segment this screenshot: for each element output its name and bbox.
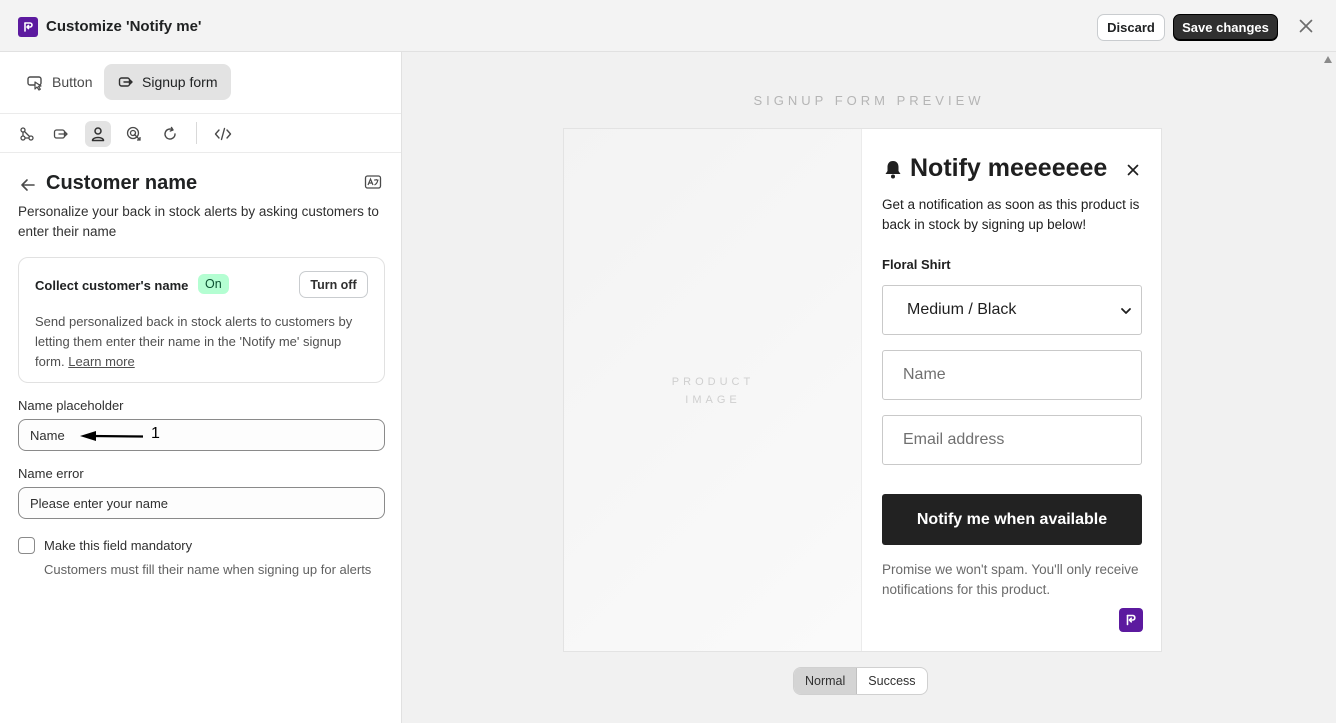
translate-icon[interactable] [364,174,384,194]
app-logo-icon [18,17,38,37]
form-title: Notify meeeeeee [910,154,1108,182]
mode-normal-button[interactable]: Normal [794,668,858,694]
bell-icon [885,160,901,178]
close-icon[interactable] [1296,16,1316,36]
chevron-down-icon [1121,308,1131,314]
variant-select[interactable]: Medium / Black [882,285,1142,335]
status-badge: On [198,274,229,294]
name-field[interactable] [882,350,1142,400]
tab-bar: Button Signup form [0,52,401,114]
settings-panel: Button Signup form Customer name Persona… [0,52,402,723]
preview-area: SIGNUP FORM PREVIEW PRODUCT IMAGE Notify… [402,52,1336,723]
card-title: Collect customer's name [35,278,189,293]
cursor-click-icon [27,76,42,91]
mandatory-help-text: Customers must fill their name when sign… [44,562,372,577]
form-icon[interactable] [48,121,74,147]
email-field[interactable] [882,415,1142,465]
section-icon-bar [0,114,401,153]
discard-button[interactable]: Discard [1097,14,1165,41]
tab-button[interactable]: Button [16,64,108,100]
save-changes-button[interactable]: Save changes [1173,14,1278,41]
annotation-label-1: 1 [151,425,160,442]
annotation-arrow-1 [80,431,144,441]
mode-success-button[interactable]: Success [857,668,926,694]
section-description: Personalize your back in stock alerts by… [18,204,379,239]
tab-signup-form[interactable]: Signup form [104,64,231,100]
product-image-text: PRODUCT IMAGE [671,376,755,406]
code-icon[interactable] [210,121,236,147]
tab-signup-form-label: Signup form [142,74,218,90]
signup-form-preview: PRODUCT IMAGE Notify meeeeeee Get a noti… [563,128,1162,652]
form-header: Notify meeeeeee [882,154,1107,183]
name-error-label: Name error [18,466,84,481]
icon-bar-divider [196,122,197,144]
notify-me-button[interactable]: Notify me when available [882,494,1142,545]
learn-more-link[interactable]: Learn more [68,354,134,369]
turn-off-button[interactable]: Turn off [299,271,368,298]
page-title: Customize 'Notify me' [46,18,202,35]
name-error-input[interactable] [18,487,385,519]
preview-heading: SIGNUP FORM PREVIEW [753,93,985,108]
flow-icon[interactable] [14,121,40,147]
person-icon[interactable] [85,121,111,147]
form-footer: Promise we won't spam. You'll only recei… [882,562,1139,597]
product-name: Floral Shirt [882,257,951,272]
section-header: Customer name [18,172,384,198]
mandatory-checkbox[interactable] [18,537,35,554]
section-title: Customer name [46,172,198,194]
form-description: Get a notification as soon as this produ… [882,197,1140,232]
variant-select-value: Medium / Black [907,301,1017,318]
back-arrow-icon[interactable] [18,175,38,195]
name-placeholder-label: Name placeholder [18,398,124,413]
top-bar: Customize 'Notify me' Discard Save chang… [0,0,1336,52]
tab-button-label: Button [52,74,93,90]
form-close-icon[interactable] [1125,162,1141,178]
refresh-icon[interactable] [157,121,183,147]
product-image-placeholder: PRODUCT IMAGE [564,129,862,651]
name-placeholder-input[interactable] [18,419,385,451]
click-target-icon[interactable] [121,121,147,147]
scroll-up-arrow[interactable] [1324,56,1332,63]
collect-name-card: Collect customer's name On Turn off Send… [18,257,385,383]
brand-badge-icon[interactable] [1119,608,1143,632]
form-icon [118,77,133,87]
mandatory-checkbox-label: Make this field mandatory [44,538,193,553]
card-description: Send personalized back in stock alerts t… [35,312,370,372]
preview-mode-toggle: Normal Success [793,667,928,695]
